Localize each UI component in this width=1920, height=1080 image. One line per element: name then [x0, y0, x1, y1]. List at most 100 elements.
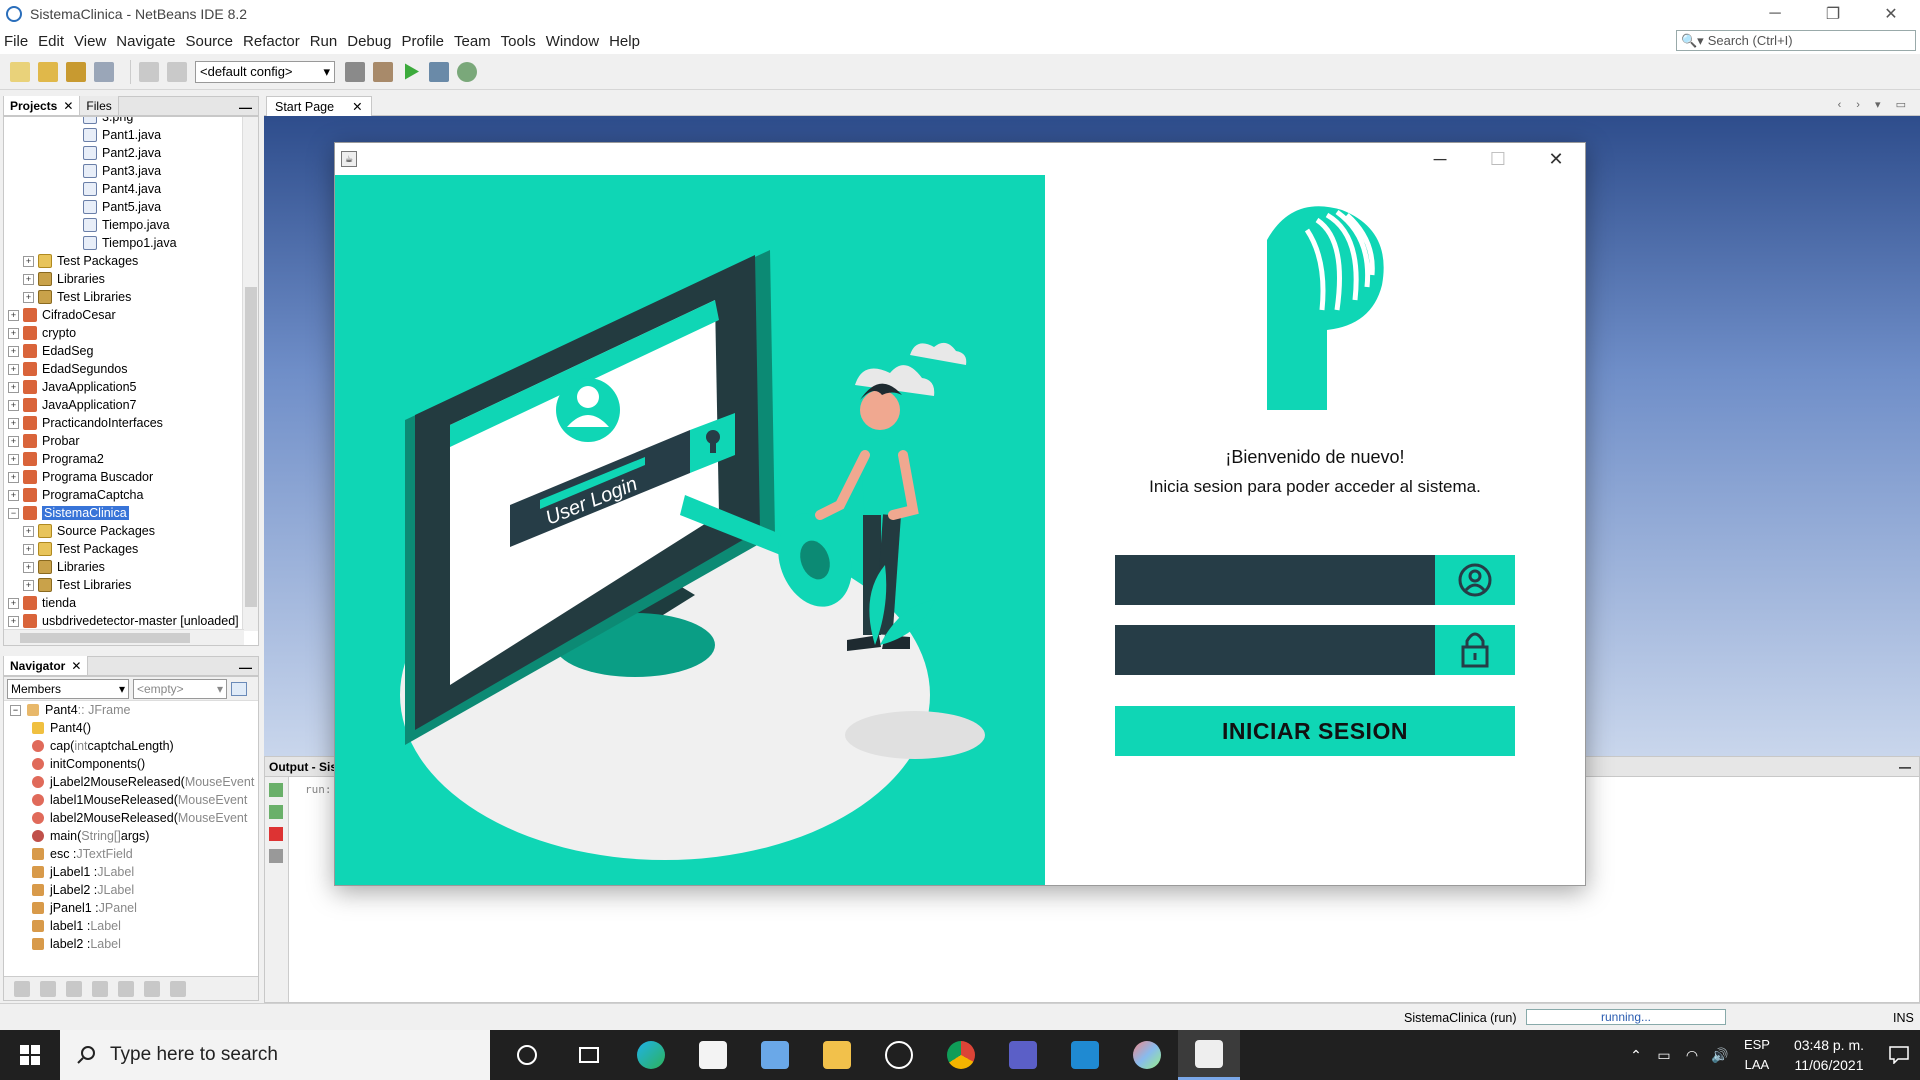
expand-icon[interactable]: + — [8, 453, 19, 465]
navigator-member[interactable]: jLabel2 : JLabel — [4, 881, 258, 899]
navigator-member[interactable]: jPanel1 : JPanel — [4, 899, 258, 917]
save-all-icon[interactable] — [94, 61, 114, 82]
login-button[interactable]: INICIAR SESION — [1115, 706, 1515, 756]
tree-item[interactable]: + JavaApplication5 — [4, 378, 258, 396]
tree-item[interactable]: + Test Libraries — [4, 288, 258, 306]
status-project[interactable]: SistemaClinica (run) — [1404, 1011, 1517, 1025]
menu-team[interactable]: Team — [449, 33, 496, 50]
expand-icon[interactable]: + — [23, 273, 34, 285]
stop-icon[interactable] — [269, 827, 283, 841]
language-indicator[interactable]: ESP LAA — [1744, 1035, 1770, 1075]
username-input[interactable] — [1115, 555, 1435, 605]
tree-item[interactable]: + Test Libraries — [4, 576, 258, 594]
filter-nonpublic-icon[interactable] — [92, 980, 108, 997]
tree-item[interactable]: + CifradoCesar — [4, 306, 258, 324]
tree-item[interactable]: + Probar — [4, 432, 258, 450]
build-hammer-icon[interactable] — [345, 61, 365, 82]
teams-icon[interactable] — [992, 1030, 1054, 1080]
login-minimize-button[interactable]: ─ — [1411, 143, 1469, 175]
sort-source-icon[interactable] — [170, 980, 186, 997]
debug-icon[interactable] — [429, 61, 449, 82]
tab-files[interactable]: Files — [80, 96, 119, 115]
undo-icon[interactable] — [139, 61, 159, 82]
close-icon[interactable]: ✕ — [71, 659, 81, 673]
tab-navigator[interactable]: Navigator ✕ — [4, 656, 89, 675]
navigator-member[interactable]: Pant4() — [4, 719, 258, 737]
tree-vertical-scrollbar[interactable] — [242, 117, 258, 631]
tree-item[interactable]: + JavaApplication7 — [4, 396, 258, 414]
close-icon[interactable]: ✕ — [63, 99, 73, 113]
minimize-button[interactable]: ─ — [1746, 0, 1804, 28]
tree-item[interactable]: + EdadSeg — [4, 342, 258, 360]
menu-file[interactable]: File — [0, 33, 33, 50]
store-icon[interactable] — [682, 1030, 744, 1080]
tree-item[interactable]: 3.png — [4, 117, 258, 126]
notification-icon[interactable] — [1878, 1046, 1920, 1064]
minimize-panel-icon[interactable]: — — [239, 100, 252, 115]
login-close-button[interactable]: ✕ — [1527, 143, 1585, 175]
expand-icon[interactable]: + — [8, 597, 19, 609]
expand-icon[interactable]: + — [23, 561, 34, 573]
navigator-member[interactable]: jLabel2MouseReleased(MouseEvent — [4, 773, 258, 791]
expand-icon[interactable]: + — [8, 309, 19, 321]
menu-view[interactable]: View — [69, 33, 111, 50]
tree-item[interactable]: Pant5.java — [4, 198, 258, 216]
battery-icon[interactable]: ▭ — [1650, 1047, 1678, 1064]
tree-item[interactable]: + Programa2 — [4, 450, 258, 468]
config-select[interactable]: <default config> ▾ — [195, 60, 335, 83]
expand-icon[interactable]: + — [8, 615, 19, 627]
new-file-icon[interactable] — [10, 61, 30, 82]
menu-refactor[interactable]: Refactor — [238, 33, 305, 50]
vscode-icon[interactable] — [1054, 1030, 1116, 1080]
expand-icon[interactable]: + — [8, 363, 19, 375]
file-explorer-icon[interactable] — [806, 1030, 868, 1080]
menu-help[interactable]: Help — [604, 33, 645, 50]
open-project-icon[interactable] — [66, 61, 86, 82]
navigator-member[interactable]: label2 : Label — [4, 935, 258, 953]
expand-icon[interactable]: + — [8, 381, 19, 393]
edge-icon[interactable] — [620, 1030, 682, 1080]
tree-item[interactable]: + EdadSegundos — [4, 360, 258, 378]
menu-debug[interactable]: Debug — [342, 33, 396, 50]
navigator-member[interactable]: initComponents() — [4, 755, 258, 773]
redo-icon[interactable] — [167, 61, 187, 82]
task-view-icon[interactable] — [558, 1030, 620, 1080]
navigator-member[interactable]: label2MouseReleased(MouseEvent — [4, 809, 258, 827]
tree-item[interactable]: Pant3.java — [4, 162, 258, 180]
members-select[interactable]: Members ▾ — [7, 678, 129, 699]
tree-item[interactable]: Pant4.java — [4, 180, 258, 198]
taskbar-search-box[interactable]: Type here to search — [60, 1030, 490, 1080]
tree-item[interactable]: + Test Packages — [4, 540, 258, 558]
expand-icon[interactable]: + — [8, 471, 19, 483]
ide-search-input[interactable]: 🔍▾ Search (Ctrl+I) — [1676, 30, 1916, 51]
tree-item[interactable]: + PracticandoInterfaces — [4, 414, 258, 432]
collapse-icon[interactable]: − — [10, 704, 21, 716]
expand-icon[interactable]: + — [8, 489, 19, 501]
new-project-icon[interactable] — [38, 61, 58, 82]
wifi-icon[interactable]: ◠ — [1678, 1047, 1706, 1064]
restore-button[interactable]: ❐ — [1804, 0, 1862, 28]
password-input[interactable] — [1115, 625, 1435, 675]
menu-tools[interactable]: Tools — [496, 33, 541, 50]
tree-item[interactable]: + Programa Buscador — [4, 468, 258, 486]
navigator-member[interactable]: − Pant4 :: JFrame — [4, 701, 258, 719]
navigator-member[interactable]: jLabel1 : JLabel — [4, 863, 258, 881]
chevron-up-icon[interactable]: ⌃ — [1622, 1047, 1650, 1064]
menu-window[interactable]: Window — [541, 33, 604, 50]
clock[interactable]: 03:48 p. m. 11/06/2021 — [1794, 1035, 1864, 1075]
filter-static-icon[interactable] — [66, 980, 82, 997]
expand-icon[interactable]: + — [8, 399, 19, 411]
java-icon[interactable] — [1178, 1030, 1240, 1080]
tree-item[interactable]: + Libraries — [4, 558, 258, 576]
tree-item[interactable]: + Libraries — [4, 270, 258, 288]
bitcoin-icon[interactable] — [868, 1030, 930, 1080]
clean-build-icon[interactable] — [373, 61, 393, 82]
menu-navigate[interactable]: Navigate — [111, 33, 180, 50]
settings-icon[interactable] — [269, 849, 283, 863]
login-maximize-button[interactable]: ☐ — [1469, 143, 1527, 175]
tree-item[interactable]: − SistemaClinica — [4, 504, 258, 522]
close-button[interactable]: ✕ — [1862, 0, 1920, 28]
rerun-icon[interactable] — [269, 783, 283, 797]
navigator-member[interactable]: main(String[] args) — [4, 827, 258, 845]
volume-icon[interactable]: 🔊 — [1706, 1047, 1734, 1064]
